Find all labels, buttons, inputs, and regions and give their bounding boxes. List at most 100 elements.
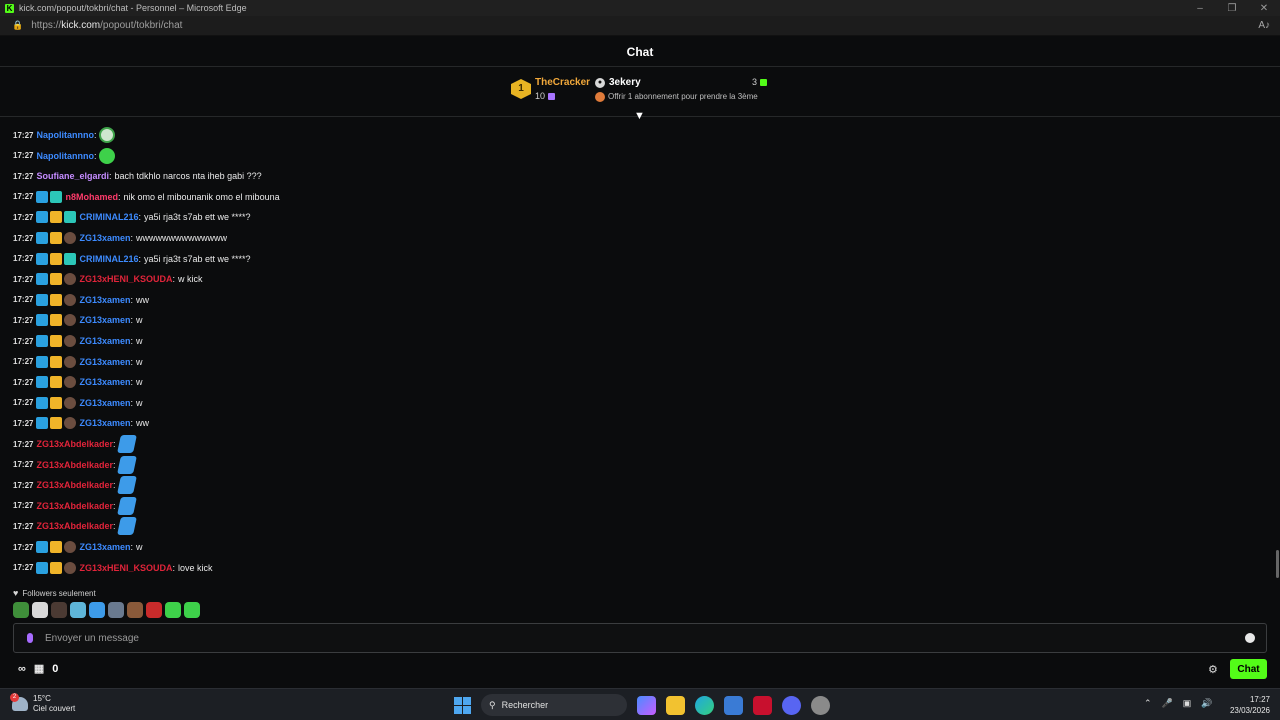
chat-message[interactable]: 17:27 ZG13xamen: w xyxy=(13,393,143,413)
quick-emote-icon[interactable] xyxy=(32,602,48,618)
leaderboard-top-user[interactable]: TheCracker xyxy=(535,77,590,88)
taskbar-search[interactable]: ⚲ Rechercher xyxy=(481,694,627,716)
read-aloud-icon[interactable]: A♪ xyxy=(1258,20,1270,31)
send-chat-button[interactable]: Chat xyxy=(1230,659,1267,679)
avatar-badge-icon[interactable] xyxy=(64,561,77,574)
vip-badge-icon[interactable] xyxy=(36,273,49,286)
avatar-badge-icon[interactable] xyxy=(64,273,77,286)
message-username[interactable]: ZG13xHENI_KSOUDA xyxy=(79,274,172,284)
crown-badge-icon[interactable] xyxy=(50,273,63,286)
chat-message[interactable]: 17:27 ZG13xamen: w xyxy=(13,372,143,392)
chat-message[interactable]: 17:27 CRIMINAL216: ya5i rja3t s7ab ett we … xyxy=(13,249,251,269)
chat-message[interactable]: 17:27 Napolitannno: xyxy=(13,125,116,145)
message-username[interactable]: Soufiane_elgardi xyxy=(36,171,109,181)
vip-badge-icon[interactable] xyxy=(36,417,49,430)
chat-message[interactable]: 17:27 ZG13xAbdelkader: xyxy=(13,434,137,454)
butterfly-emote-icon[interactable] xyxy=(116,517,137,536)
chat-message[interactable]: 17:27 Soufiane_elgardi: bach tdkhlo narcos… xyxy=(13,166,262,186)
minimize-icon[interactable]: – xyxy=(1184,3,1216,14)
vip-badge-icon[interactable] xyxy=(36,541,49,553)
quick-emote-icon[interactable] xyxy=(13,602,29,618)
message-input-box[interactable] xyxy=(13,623,1267,653)
sub-badge-icon[interactable] xyxy=(50,190,63,203)
crown-badge-icon[interactable] xyxy=(50,335,63,347)
quick-emote-icon[interactable] xyxy=(70,602,86,618)
message-username[interactable]: ZG13xamen xyxy=(79,418,130,428)
avatar-badge-icon[interactable] xyxy=(64,314,77,327)
crown-badge-icon[interactable] xyxy=(50,232,63,244)
message-username[interactable]: n8Mohamed xyxy=(65,192,118,202)
restore-icon[interactable]: ❐ xyxy=(1216,3,1248,14)
message-username[interactable]: ZG13xAbdelkader xyxy=(36,501,113,511)
close-icon[interactable]: ✕ xyxy=(1248,3,1280,14)
gift-offer-text[interactable]: Offrir 1 abonnement pour prendre la 3ème xyxy=(608,92,758,101)
avatar-badge-icon[interactable] xyxy=(64,355,77,368)
microphone-icon[interactable] xyxy=(27,633,33,643)
ms-store-icon[interactable] xyxy=(724,695,743,715)
avatar-badge-icon[interactable] xyxy=(64,541,77,553)
butterfly-emote-icon[interactable] xyxy=(116,476,137,495)
chat-message[interactable]: 17:27 Napolitannno: xyxy=(13,146,116,166)
chat-message-list[interactable]: 17:27 Napolitannno:17:27 Napolitannno:17:2… xyxy=(0,125,1280,585)
avatar-badge-icon[interactable] xyxy=(64,376,77,389)
vip-badge-icon[interactable] xyxy=(36,211,49,224)
quick-emote-row[interactable] xyxy=(13,602,200,618)
message-username[interactable]: ZG13xamen xyxy=(79,233,130,243)
vip-badge-icon[interactable] xyxy=(36,252,49,265)
vip-badge-icon[interactable] xyxy=(36,293,49,306)
chat-message[interactable]: 17:27 ZG13xamen: wwwwwwwwwwwwww xyxy=(13,228,227,248)
vip-badge-icon[interactable] xyxy=(36,190,49,203)
chat-message[interactable]: 17:27 ZG13xamen: ww xyxy=(13,290,149,310)
sub-badge-icon[interactable] xyxy=(64,211,77,224)
chat-message[interactable]: 17:27 CRIMINAL216: ya5i rja3t s7ab ett we … xyxy=(13,207,251,227)
volume-icon[interactable]: 🔊 xyxy=(1201,698,1212,709)
chat-scrollbar[interactable] xyxy=(1276,550,1279,578)
message-username[interactable]: ZG13xAbdelkader xyxy=(36,460,113,470)
message-username[interactable]: ZG13xAbdelkader xyxy=(36,521,113,531)
quick-emote-icon[interactable] xyxy=(108,602,124,618)
emoji-picker-icon[interactable] xyxy=(1245,633,1255,643)
store-icon[interactable]: ▦ xyxy=(34,662,44,675)
taskbar-clock[interactable]: 17:27 23/03/2026 xyxy=(1228,694,1270,716)
crown-badge-icon[interactable] xyxy=(50,396,63,409)
chat-message[interactable]: 17:27 ZG13xamen: ww xyxy=(13,413,149,433)
sub-badge-icon[interactable] xyxy=(64,252,77,265)
collapse-leaderboard-icon[interactable]: ▼ xyxy=(634,111,645,122)
vip-badge-icon[interactable] xyxy=(36,335,49,347)
message-username[interactable]: ZG13xamen xyxy=(79,295,130,305)
message-username[interactable]: ZG13xamen xyxy=(79,357,130,367)
crown-badge-icon[interactable] xyxy=(50,211,63,224)
crown-badge-icon[interactable] xyxy=(50,541,63,553)
message-username[interactable]: CRIMINAL216 xyxy=(79,212,138,222)
butterfly-emote-icon[interactable] xyxy=(116,496,137,515)
vip-badge-icon[interactable] xyxy=(36,232,49,244)
message-username[interactable]: ZG13xamen xyxy=(79,315,130,325)
crown-badge-icon[interactable] xyxy=(50,561,63,574)
crown-badge-icon[interactable] xyxy=(50,252,63,265)
file-explorer-icon[interactable] xyxy=(666,695,685,715)
quick-emote-icon[interactable] xyxy=(51,602,67,618)
acrobat-icon[interactable] xyxy=(753,695,772,715)
avatar-badge-icon[interactable] xyxy=(64,335,77,347)
vip-badge-icon[interactable] xyxy=(36,355,49,368)
chat-message[interactable]: 17:27 ZG13xHENI_KSOUDA: w kick xyxy=(13,269,203,289)
message-username[interactable]: ZG13xamen xyxy=(79,336,130,346)
quick-emote-icon[interactable] xyxy=(127,602,143,618)
lock-icon[interactable]: 🔒 xyxy=(12,20,23,31)
chat-message[interactable]: 17:27 ZG13xAbdelkader: xyxy=(13,475,137,495)
avatar-badge-icon[interactable] xyxy=(64,417,77,430)
butterfly-emote-icon[interactable] xyxy=(116,435,137,453)
vip-badge-icon[interactable] xyxy=(36,396,49,409)
message-username[interactable]: ZG13xHENI_KSOUDA xyxy=(79,563,172,573)
green-emote-icon[interactable] xyxy=(99,147,116,164)
quick-emote-icon[interactable] xyxy=(184,602,200,618)
display-icon[interactable]: ▣ xyxy=(1183,698,1192,709)
ghost-emote-icon[interactable] xyxy=(99,127,116,143)
settings-gear-icon[interactable]: ⚙ xyxy=(1208,663,1218,676)
chat-message[interactable]: 17:27 ZG13xamen: w xyxy=(13,352,143,372)
message-username[interactable]: ZG13xamen xyxy=(79,542,130,552)
copilot-icon[interactable] xyxy=(637,695,656,715)
message-username[interactable]: CRIMINAL216 xyxy=(79,254,138,264)
app-icon[interactable] xyxy=(811,695,830,715)
discord-icon[interactable] xyxy=(782,695,801,715)
